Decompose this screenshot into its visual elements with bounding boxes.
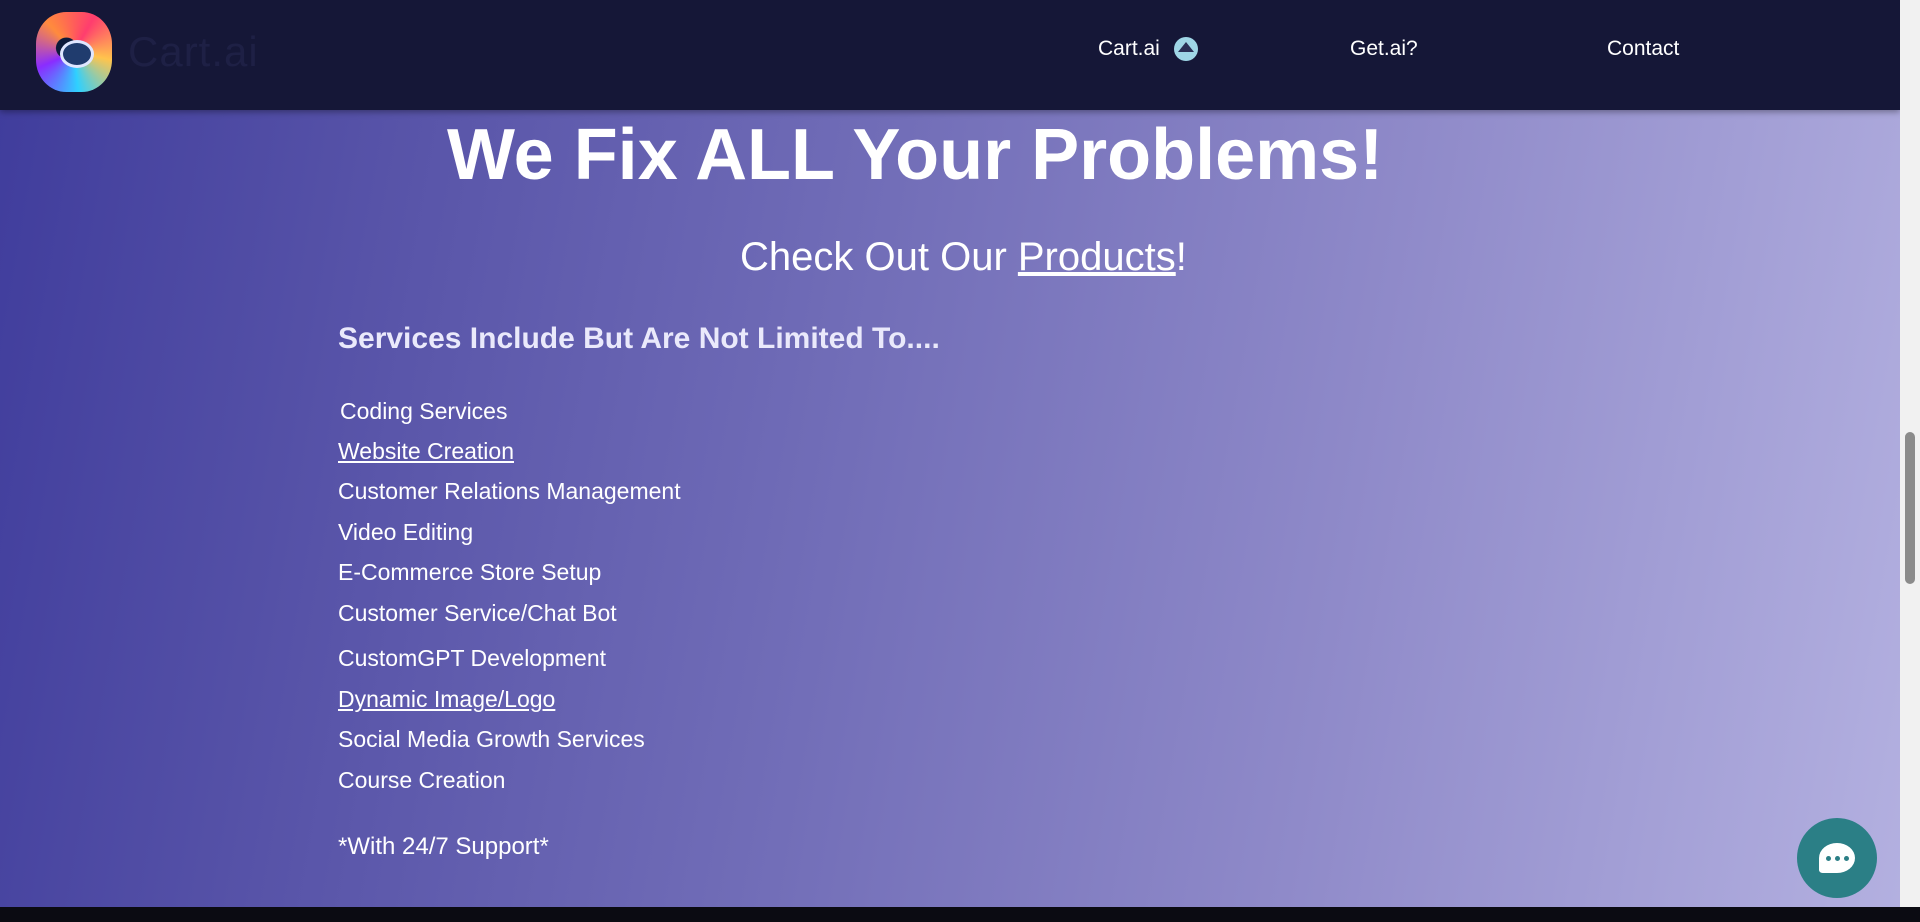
products-link[interactable]: Products <box>1018 235 1176 279</box>
service-course-creation: Course Creation <box>338 767 506 793</box>
nav-item-cart-ai[interactable]: Cart.ai <box>1098 37 1198 61</box>
bottom-edge <box>0 907 1920 922</box>
chat-bubble-icon <box>1819 843 1855 873</box>
nav-item-label: Cart.ai <box>1098 37 1160 60</box>
nav-item-label: Get.ai? <box>1350 37 1418 60</box>
robot-logo-icon[interactable] <box>36 12 112 92</box>
subhead-suffix: ! <box>1175 235 1187 279</box>
service-customgpt: CustomGPT Development <box>338 645 607 671</box>
chat-button[interactable] <box>1797 818 1877 898</box>
service-dynamic-image-logo-link[interactable]: Dynamic Image/Logo <box>338 684 555 714</box>
caret-up-icon[interactable] <box>1173 37 1198 61</box>
service-coding: Coding Services <box>340 398 508 424</box>
nav-item-contact[interactable]: Contact <box>1607 37 1679 61</box>
service-website-creation-link[interactable]: Website Creation <box>338 436 514 466</box>
nav-item-get-ai[interactable]: Get.ai? <box>1350 37 1418 61</box>
subhead-prefix: Check Out Our <box>740 235 1018 279</box>
page-background: Cart.ai Cart.ai Get.ai? Contact We Fix A… <box>0 0 1900 907</box>
service-crm: Customer Relations Management <box>338 478 681 504</box>
support-note: *With 24/7 Support* <box>338 833 549 860</box>
service-ecommerce-setup: E-Commerce Store Setup <box>338 559 602 585</box>
service-social-media-growth: Social Media Growth Services <box>338 726 645 752</box>
page-headline: We Fix ALL Your Problems! <box>447 115 1384 195</box>
site-header: Cart.ai Cart.ai Get.ai? Contact <box>0 0 1900 110</box>
nav-item-label: Contact <box>1607 37 1680 60</box>
scrollbar-thumb[interactable] <box>1905 432 1915 584</box>
page-scrollbar[interactable] <box>1900 0 1920 907</box>
brand-name[interactable]: Cart.ai <box>128 28 259 76</box>
services-heading: Services Include But Are Not Limited To.… <box>338 322 940 355</box>
products-callout: Check Out Our Products! <box>740 232 1187 282</box>
service-chat-bot: Customer Service/Chat Bot <box>338 600 617 626</box>
service-video-editing: Video Editing <box>338 519 474 545</box>
